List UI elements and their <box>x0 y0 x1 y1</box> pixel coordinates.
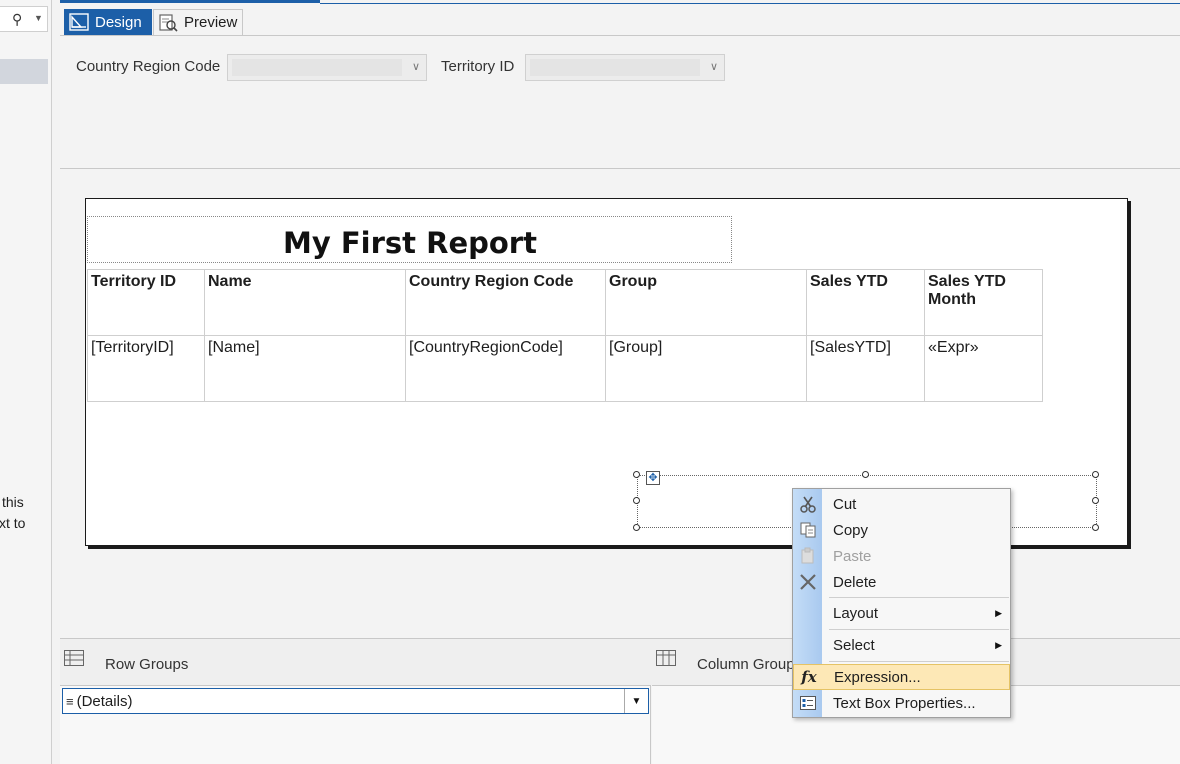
header-cell[interactable]: Sales YTD Month <box>924 269 1043 336</box>
details-group-item[interactable]: ≡ (Details) ▼ <box>62 688 649 714</box>
territory-id-label: Territory ID <box>441 58 515 75</box>
top-accent-line <box>320 3 1180 4</box>
table-header-row: Territory ID Name Country Region Code Gr… <box>87 269 1043 336</box>
tab-design-label: Design <box>95 13 142 31</box>
menu-item-copy[interactable]: Copy <box>793 517 1010 543</box>
dropdown-arrow-icon[interactable]: ▼ <box>34 13 43 23</box>
country-region-code-value <box>232 59 402 76</box>
detail-cell[interactable]: [TerritoryID] <box>87 335 205 402</box>
move-handle-icon[interactable]: ✥ <box>646 471 660 485</box>
left-panel-text: xt to <box>0 515 26 531</box>
chevron-down-icon[interactable]: ∨ <box>412 60 420 73</box>
resize-handle[interactable] <box>1092 497 1099 504</box>
cut-icon <box>797 493 819 515</box>
menu-item-label: Select <box>833 636 875 654</box>
parameter-divider <box>60 168 1180 169</box>
menu-separator <box>829 661 1009 662</box>
report-tablix[interactable]: Territory ID Name Country Region Code Gr… <box>87 269 1043 402</box>
country-region-code-label: Country Region Code <box>76 58 221 75</box>
table-row: [TerritoryID] [Name] [CountryRegionCode]… <box>87 335 1043 402</box>
menu-item-paste[interactable]: Paste <box>793 543 1010 569</box>
menu-item-label: Layout <box>833 604 879 622</box>
search-icon[interactable]: ⚲ <box>12 11 22 28</box>
tab-design[interactable]: Design <box>64 9 152 35</box>
row-groups-title: Row Groups <box>105 656 189 673</box>
menu-item-label: Cut <box>833 495 857 513</box>
left-panel: ⚲ ▼ this xt to <box>0 0 52 764</box>
preview-icon <box>159 13 178 32</box>
menu-item-label: Copy <box>833 521 869 539</box>
detail-cell[interactable]: [SalesYTD] <box>806 335 925 402</box>
menu-item-expression[interactable]: fx Expression... <box>793 664 1010 690</box>
menu-item-label: Text Box Properties... <box>833 694 976 712</box>
header-cell[interactable]: Name <box>204 269 406 336</box>
detail-cell[interactable]: [Group] <box>605 335 807 402</box>
territory-id-value <box>530 59 700 76</box>
resize-handle[interactable] <box>633 497 640 504</box>
row-groups-icon <box>64 650 84 671</box>
design-icon <box>69 13 89 31</box>
menu-item-label: Paste <box>833 547 872 565</box>
resize-handle[interactable] <box>633 471 640 478</box>
header-cell[interactable]: Country Region Code <box>405 269 606 336</box>
dropdown-arrow-icon[interactable]: ▼ <box>624 689 648 713</box>
groups-header <box>60 639 1180 685</box>
menu-separator <box>829 597 1009 598</box>
header-cell[interactable]: Sales YTD <box>806 269 925 336</box>
report-title: My First Report <box>283 226 537 260</box>
detail-cell[interactable]: [Name] <box>204 335 406 402</box>
resize-handle[interactable] <box>1092 524 1099 531</box>
resize-handle[interactable] <box>633 524 640 531</box>
tab-preview-label: Preview <box>184 14 238 31</box>
menu-item-label: Delete <box>833 573 877 591</box>
menu-item-label: Expression... <box>834 668 921 686</box>
context-menu: Cut Copy Paste Delete Layout ▶ Select ▶ … <box>792 488 1011 718</box>
resize-handle[interactable] <box>1092 471 1099 478</box>
chevron-down-icon[interactable]: ∨ <box>710 60 718 73</box>
tab-preview[interactable]: Preview <box>153 9 243 35</box>
menu-item-select[interactable]: Select ▶ <box>793 632 1010 658</box>
detail-cell[interactable]: [CountryRegionCode] <box>405 335 606 402</box>
detail-cell[interactable]: «Expr» <box>924 335 1043 402</box>
details-lines-icon: ≡ <box>66 693 74 709</box>
submenu-arrow-icon: ▶ <box>995 607 1002 618</box>
menu-item-cut[interactable]: Cut <box>793 491 1010 517</box>
resize-handle[interactable] <box>862 471 869 478</box>
details-group-label: (Details) <box>76 692 133 710</box>
function-icon: fx <box>801 668 817 686</box>
search-box[interactable]: ⚲ ▼ <box>0 6 48 32</box>
menu-item-text-box-properties[interactable]: Text Box Properties... <box>793 690 1010 716</box>
submenu-arrow-icon: ▶ <box>995 639 1002 650</box>
tab-bar-border <box>60 35 1180 36</box>
menu-separator <box>829 629 1009 630</box>
menu-item-delete[interactable]: Delete <box>793 569 1010 595</box>
copy-icon <box>797 519 819 541</box>
delete-icon <box>797 571 819 593</box>
country-region-code-dropdown[interactable]: ∨ <box>227 54 427 81</box>
properties-icon <box>797 692 819 714</box>
header-cell[interactable]: Territory ID <box>87 269 205 336</box>
column-groups-title: Column Groups <box>697 656 803 673</box>
top-accent-bar <box>60 0 320 3</box>
territory-id-dropdown[interactable]: ∨ <box>525 54 725 81</box>
left-panel-text: this <box>2 494 24 510</box>
paste-icon <box>797 545 819 567</box>
menu-item-layout[interactable]: Layout ▶ <box>793 600 1010 626</box>
selected-item[interactable] <box>0 59 48 84</box>
header-cell[interactable]: Group <box>605 269 807 336</box>
column-groups-icon <box>656 650 676 671</box>
title-textbox[interactable]: My First Report <box>87 216 732 263</box>
